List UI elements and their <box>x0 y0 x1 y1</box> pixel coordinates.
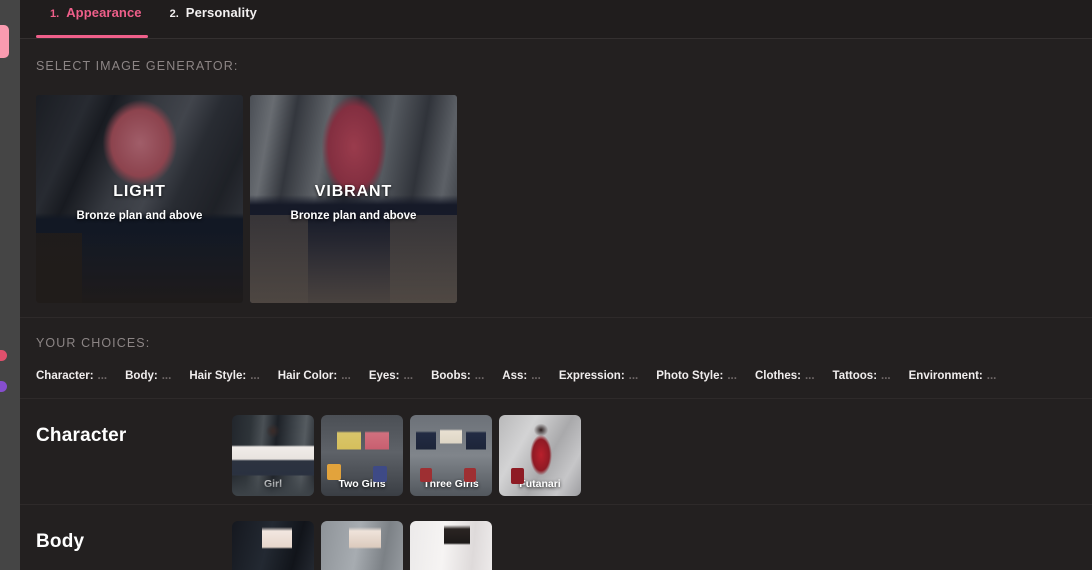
choice-chip-ass[interactable]: Ass:... <box>502 370 541 382</box>
option-thumbs-body <box>232 505 492 570</box>
choice-key: Boobs: <box>431 370 471 382</box>
option-thumb-label: Two Girls <box>338 478 386 490</box>
tab-personality-label: Personality <box>185 5 257 20</box>
tab-personality-number: 2. <box>169 8 179 20</box>
tab-appearance-label: Appearance <box>66 5 142 20</box>
sidebar-dot-2[interactable] <box>0 381 7 392</box>
tab-appearance[interactable]: 1. Appearance <box>36 0 156 38</box>
choices-section: YOUR CHOICES: Character:... Body:... Hai… <box>20 318 1092 399</box>
choice-key: Ass: <box>502 370 528 382</box>
generator-card-vibrant[interactable]: VIBRANT Bronze plan and above <box>250 95 457 303</box>
choices-chip-list: Character:... Body:... Hair Style:... Ha… <box>36 370 1092 382</box>
option-section-character: Character Girl Two Girls Three Girls Fut… <box>20 399 1092 505</box>
choice-key: Clothes: <box>754 370 801 382</box>
choice-value: ... <box>727 370 737 382</box>
generator-caption: SELECT IMAGE GENERATOR: <box>36 59 239 73</box>
generator-card-list: LIGHT Bronze plan and above VIBRANT Bron… <box>36 95 1092 303</box>
option-thumb-futanari[interactable]: Futanari <box>499 415 581 496</box>
generator-section: SELECT IMAGE GENERATOR: LIGHT Bronze pla… <box>20 39 1092 318</box>
option-thumb-girl[interactable]: Girl <box>232 415 314 496</box>
generator-light-caption: LIGHT Bronze plan and above <box>36 183 243 222</box>
option-thumbs-character: Girl Two Girls Three Girls Futanari <box>232 399 581 496</box>
generator-card-light[interactable]: LIGHT Bronze plan and above <box>36 95 243 303</box>
tab-appearance-number: 1. <box>50 8 60 20</box>
app-root: 1. Appearance 2. Personality SELECT IMAG… <box>0 0 1092 570</box>
choice-value: ... <box>97 370 108 382</box>
option-thumb-body-3[interactable] <box>410 521 492 570</box>
choice-chip-environment[interactable]: Environment:... <box>909 370 997 382</box>
active-tab-underline <box>36 35 148 38</box>
choice-key: Photo Style: <box>656 370 724 382</box>
choice-key: Body: <box>125 370 158 382</box>
option-thumb-label: Futanari <box>519 478 561 490</box>
choice-value: ... <box>403 370 414 382</box>
choice-value: ... <box>341 370 351 382</box>
option-thumb-body-1[interactable] <box>232 521 314 570</box>
choice-key: Hair Style: <box>189 370 247 382</box>
choice-key: Environment: <box>908 370 983 382</box>
option-thumb-label: Girl <box>263 478 283 490</box>
choice-key: Character: <box>36 370 94 382</box>
generator-light-title: LIGHT <box>113 183 166 200</box>
choice-value: ... <box>986 370 997 382</box>
choice-key: Expression: <box>558 370 625 382</box>
choice-value: ... <box>161 370 172 382</box>
choice-chip-expression[interactable]: Expression:... <box>559 370 638 382</box>
choice-chip-body[interactable]: Body:... <box>125 370 171 382</box>
choice-chip-clothes[interactable]: Clothes:... <box>755 370 815 382</box>
generator-vibrant-subtitle: Bronze plan and above <box>290 210 417 222</box>
choice-key: Hair Color: <box>277 370 338 382</box>
generator-light-subtitle: Bronze plan and above <box>76 210 203 222</box>
sidebar-dot-1[interactable] <box>0 350 7 361</box>
choice-value: ... <box>250 370 260 382</box>
choice-value: ... <box>881 370 891 382</box>
tab-personality[interactable]: 2. Personality <box>156 0 271 38</box>
choice-value: ... <box>628 370 639 382</box>
sidebar-active-indicator[interactable] <box>0 25 9 58</box>
generator-vibrant-caption: VIBRANT Bronze plan and above <box>250 183 457 222</box>
sidebar-strip <box>0 0 20 570</box>
option-title-character: Character <box>36 425 127 446</box>
choice-value: ... <box>474 370 485 382</box>
option-thumb-body-2[interactable] <box>321 521 403 570</box>
choice-chip-hair-color[interactable]: Hair Color:... <box>278 370 351 382</box>
main-pane: 1. Appearance 2. Personality SELECT IMAG… <box>20 0 1092 570</box>
option-section-body: Body <box>20 505 1092 570</box>
choice-chip-eyes[interactable]: Eyes:... <box>369 370 413 382</box>
choice-value: ... <box>804 370 815 382</box>
option-thumb-label: Three Girls <box>423 478 479 490</box>
choice-chip-character[interactable]: Character:... <box>36 370 107 382</box>
choice-key: Tattoos: <box>832 370 878 382</box>
choice-chip-photo-style[interactable]: Photo Style:... <box>656 370 737 382</box>
choice-chip-hair-style[interactable]: Hair Style:... <box>189 370 259 382</box>
option-thumb-three-girls[interactable]: Three Girls <box>410 415 492 496</box>
generator-vibrant-title: VIBRANT <box>314 183 393 200</box>
choice-value: ... <box>531 370 541 382</box>
choice-chip-tattoos[interactable]: Tattoos:... <box>833 370 891 382</box>
choice-chip-boobs[interactable]: Boobs:... <box>431 370 484 382</box>
choice-key: Eyes: <box>368 370 400 382</box>
option-thumb-two-girls[interactable]: Two Girls <box>321 415 403 496</box>
option-title-body: Body <box>36 531 85 552</box>
choices-caption: YOUR CHOICES: <box>36 336 151 350</box>
tab-bar: 1. Appearance 2. Personality <box>20 0 1092 39</box>
